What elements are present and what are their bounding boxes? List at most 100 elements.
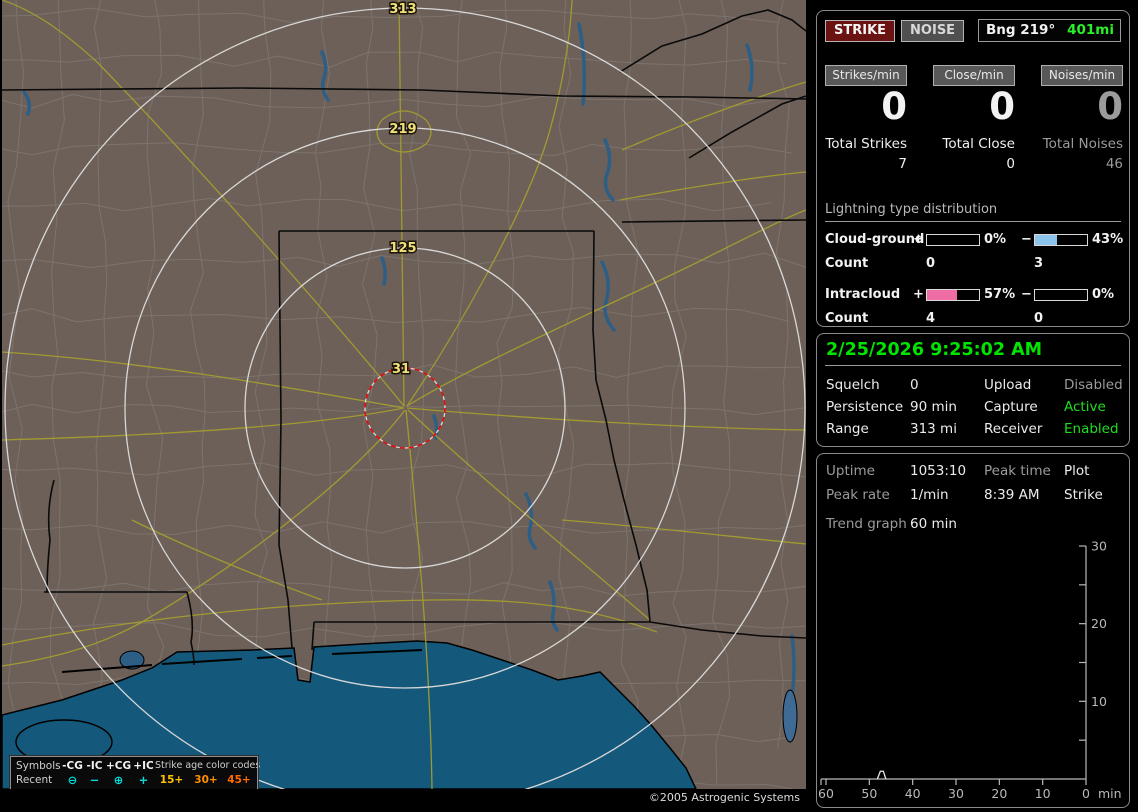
- plus-sign: +: [913, 232, 924, 247]
- legend-symbol-minus-ic-icon: −: [89, 773, 100, 787]
- cg-negative-pct: 43%: [1092, 232, 1124, 247]
- intracloud-count-row: Count 4 0: [825, 311, 1121, 326]
- capture-label: Capture: [984, 399, 1038, 415]
- cloud-ground-count-row: Count 0 3: [825, 256, 1121, 271]
- legend-age-30plus: 30+: [194, 774, 218, 786]
- legend-age-header: Strike age color codes: [155, 760, 261, 771]
- trend-row: Trend graph 60 min: [825, 516, 1121, 532]
- minus-sign: −: [1021, 287, 1032, 302]
- noises-column: Noises/min 0 Total Noises 46: [1041, 65, 1123, 172]
- total-close-label: Total Close: [942, 136, 1015, 152]
- legend-col-header-pic: +IC: [133, 760, 154, 772]
- noise-mode-button[interactable]: NOISE: [901, 19, 965, 42]
- noises-per-min-value: 0: [1097, 85, 1123, 128]
- x-tick-label: 10: [1035, 786, 1051, 801]
- rate-counters: Strikes/min 0 Total Strikes 7 Close/min …: [825, 65, 1123, 172]
- count-label: Count: [825, 311, 869, 326]
- copyright-text: ©2005 Astrogenic Systems: [2, 789, 806, 808]
- x-tick-label: 50: [861, 786, 877, 801]
- legend-symbol-plus-ic-icon: +: [138, 773, 149, 787]
- ring-label-219: 219: [389, 122, 416, 137]
- bearing-range-display: Bng 219° 401mi: [978, 19, 1121, 42]
- peak-rate-value: 1/min: [910, 487, 949, 503]
- x-tick-label: 40: [905, 786, 921, 801]
- close-per-min-value: 0: [989, 85, 1015, 128]
- legend-symbol-minus-cg-icon: ⊖: [67, 773, 78, 787]
- peak-time-label: Peak time: [984, 463, 1051, 479]
- total-close-value: 0: [1006, 156, 1015, 172]
- ic-negative-pct: 0%: [1092, 287, 1115, 302]
- legend-col-header-pcg: +CG: [105, 760, 132, 772]
- intracloud-label: Intracloud: [825, 287, 901, 302]
- status-grid: Squelch 0 Upload Disabled Persistence 90…: [825, 377, 1123, 437]
- y-tick-label: 30: [1091, 540, 1107, 554]
- ic-positive-pct: 57%: [984, 287, 1016, 302]
- squelch-label: Squelch: [826, 377, 880, 393]
- strike-mode-button[interactable]: STRIKE: [825, 19, 896, 42]
- legend-col-header-mcg: -CG: [62, 760, 83, 772]
- strikes-column: Strikes/min 0 Total Strikes 7: [825, 65, 907, 172]
- uptime-value: 1053:10: [910, 463, 967, 479]
- uptime-label: Uptime: [826, 463, 875, 479]
- persistence-label: Persistence: [826, 399, 904, 415]
- datetime-display: 2/25/2026 9:25:02 AM: [825, 338, 1121, 366]
- intracloud-row: Intracloud + 57% − 0%: [825, 287, 1121, 302]
- y-tick-label: 20: [1091, 616, 1107, 631]
- x-tick-label: 20: [991, 786, 1007, 801]
- total-strikes-label: Total Strikes: [825, 136, 907, 152]
- x-tick-label: 0: [1082, 786, 1090, 801]
- trend-axes: [820, 546, 1087, 785]
- sidebar: STRIKE NOISE Bng 219° 401mi Strikes/min …: [814, 0, 1136, 812]
- cloud-ground-row: Cloud-ground + 0% − 43%: [825, 232, 1124, 247]
- squelch-value: 0: [910, 377, 919, 393]
- close-per-min-button[interactable]: Close/min: [933, 65, 1015, 86]
- plot-value: Strike: [1064, 487, 1103, 503]
- range-value: 401mi: [1067, 22, 1114, 38]
- receiver-label: Receiver: [984, 421, 1043, 437]
- upload-label: Upload: [984, 377, 1032, 393]
- total-noises-value: 46: [1105, 156, 1123, 172]
- x-axis-unit-label: min: [1098, 786, 1122, 801]
- ring-label-125: 125: [389, 241, 416, 256]
- total-noises-label: Total Noises: [1042, 136, 1123, 152]
- strikes-per-min-button[interactable]: Strikes/min: [825, 65, 907, 86]
- legend-symbols-header: Symbols: [16, 760, 61, 772]
- y-tick-label: 10: [1091, 694, 1107, 709]
- bearing-value: Bng 219°: [986, 22, 1056, 38]
- ring-label-31: 31: [392, 362, 410, 377]
- upload-state: Disabled: [1064, 377, 1123, 393]
- mode-toolbar: STRIKE NOISE Bng 219° 401mi: [825, 19, 1121, 42]
- legend-col-header-mic: -IC: [86, 760, 103, 772]
- panel-counters: STRIKE NOISE Bng 219° 401mi Strikes/min …: [816, 10, 1130, 327]
- legend-age-15plus: 15+: [159, 774, 184, 786]
- trend-graph: 60 50 40 30 20 10 0 min 10 20 30: [819, 540, 1122, 801]
- cg-positive-count: 0: [926, 256, 936, 271]
- x-tick-label: 60: [819, 786, 834, 801]
- strikes-per-min-value: 0: [881, 85, 907, 128]
- legend-row-label-recent: Recent: [16, 774, 53, 786]
- minus-sign: −: [1021, 232, 1032, 247]
- capture-state: Active: [1064, 399, 1106, 415]
- lightning-map[interactable]: 313 219 125 31 Symbols -CG -IC +CG +IC Strike…: [2, 0, 806, 805]
- trend-graph-label: Trend graph: [826, 516, 907, 532]
- panel-status: 2/25/2026 9:25:02 AM Squelch 0 Upload Di…: [816, 333, 1130, 447]
- panel-trend: Uptime 1053:10 Peak time Plot Peak rate …: [816, 453, 1130, 808]
- total-strikes-value: 7: [898, 156, 907, 172]
- close-column: Close/min 0 Total Close 0: [933, 65, 1015, 172]
- ic-negative-bar: [1034, 288, 1088, 301]
- range-label: Range: [826, 421, 869, 437]
- map-canvas: 313 219 125 31: [2, 0, 806, 790]
- persistence-value: 90 min: [910, 399, 957, 415]
- count-label: Count: [825, 256, 869, 271]
- cloud-ground-label: Cloud-ground: [825, 232, 925, 247]
- cg-negative-count: 3: [1034, 256, 1044, 271]
- noises-per-min-button[interactable]: Noises/min: [1041, 65, 1123, 86]
- legend-age-45plus: 45+: [227, 774, 251, 786]
- peak-rate-label: Peak rate: [826, 487, 890, 503]
- distribution-title: Lightning type distribution: [825, 202, 1121, 222]
- ic-positive-bar: [926, 288, 980, 301]
- trend-spike: [876, 770, 887, 780]
- plot-label: Plot: [1064, 463, 1090, 479]
- plus-sign: +: [913, 287, 924, 302]
- ic-negative-count: 0: [1034, 311, 1044, 326]
